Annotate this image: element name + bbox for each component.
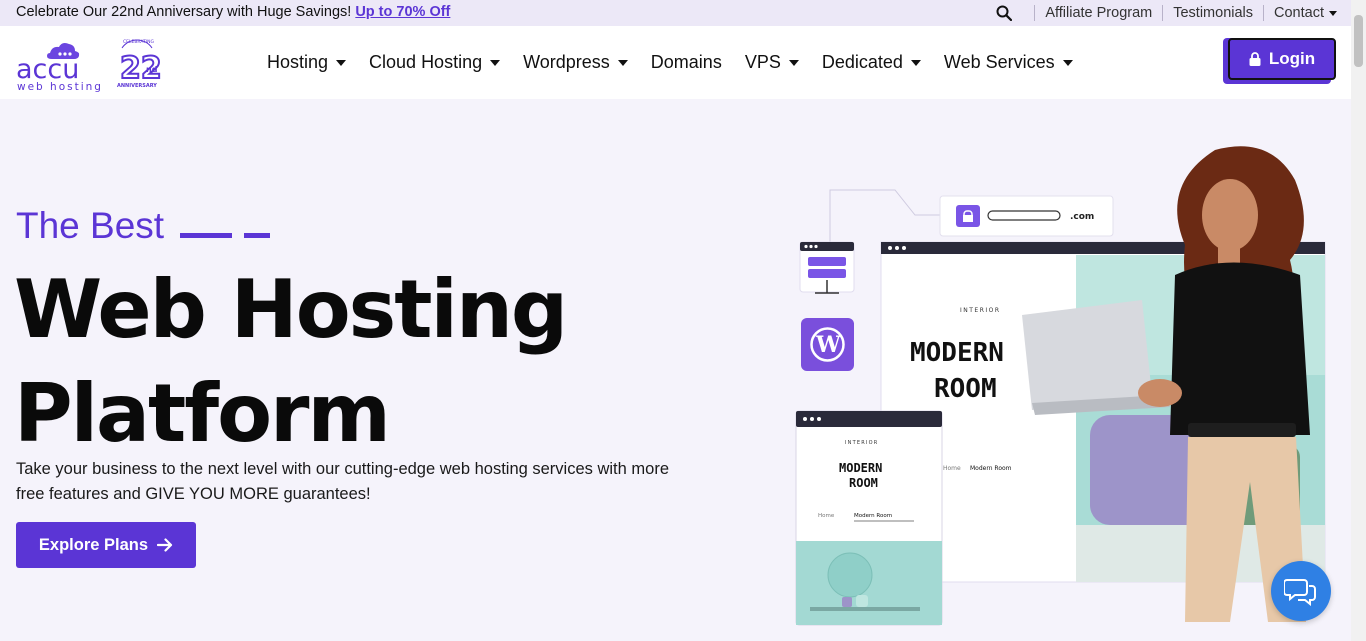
decorative-dash bbox=[180, 232, 233, 238]
hero-title-line-2: Platform bbox=[14, 367, 391, 460]
nav-label: Domains bbox=[650, 52, 722, 72]
arrow-right-icon bbox=[157, 538, 173, 552]
svg-text:W: W bbox=[815, 332, 841, 358]
top-links: Affiliate Program Testimonials Contact bbox=[996, 0, 1337, 26]
svg-text:ANNIVERSARY: ANNIVERSARY bbox=[117, 83, 157, 89]
chevron-down-icon bbox=[1062, 59, 1073, 66]
hero-subtitle-text: The Best bbox=[16, 205, 165, 246]
main-nav: Hosting Cloud Hosting Wordpress Domains … bbox=[267, 26, 1096, 99]
login-button-wrapper: Login bbox=[1223, 38, 1336, 85]
chevron-down-icon bbox=[788, 59, 799, 66]
chevron-down-icon bbox=[910, 59, 921, 66]
anniversary-badge: CELEBRATING 22 nd ANNIVERSARY bbox=[117, 39, 163, 89]
contact-link[interactable]: Contact bbox=[1274, 5, 1337, 21]
svg-text:Home: Home bbox=[943, 465, 961, 472]
chevron-down-icon bbox=[336, 59, 347, 66]
divider bbox=[1263, 5, 1265, 21]
login-button[interactable]: Login bbox=[1228, 38, 1336, 80]
main-header: accu web hosting CELEBRATING 22 nd ANNIV… bbox=[0, 26, 1351, 99]
nav-label: Wordpress bbox=[523, 52, 610, 72]
nav-label: Web Services bbox=[943, 52, 1055, 72]
nav-hosting[interactable]: Hosting bbox=[267, 52, 347, 73]
promo-message: Celebrate Our 22nd Anniversary with Huge… bbox=[16, 4, 450, 20]
accu-logo[interactable]: accu web hosting CELEBRATING 22 nd ANNIV… bbox=[16, 34, 166, 94]
hero-description: Take your business to the next level wit… bbox=[16, 460, 669, 503]
svg-text:ROOM: ROOM bbox=[934, 374, 997, 404]
decorative-dash bbox=[244, 232, 271, 238]
svg-text:Home: Home bbox=[818, 513, 835, 519]
chevron-down-icon bbox=[617, 59, 628, 66]
affiliate-program-link[interactable]: Affiliate Program bbox=[1045, 5, 1152, 21]
hero-title-line-1: Web Hosting bbox=[14, 263, 568, 356]
server-icon bbox=[799, 241, 855, 294]
promo-link[interactable]: Up to 70% Off bbox=[355, 4, 450, 20]
svg-text:.com: .com bbox=[1070, 212, 1094, 222]
contact-label: Contact bbox=[1274, 5, 1324, 21]
svg-text:Modern Room: Modern Room bbox=[970, 465, 1012, 472]
nav-label: VPS bbox=[744, 52, 781, 72]
svg-text:INTERIOR: INTERIOR bbox=[960, 307, 1001, 314]
announcement-bar: Celebrate Our 22nd Anniversary with Huge… bbox=[0, 0, 1351, 26]
nav-label: Cloud Hosting bbox=[369, 52, 483, 72]
svg-text:MODERN: MODERN bbox=[839, 461, 882, 475]
wordpress-icon: W bbox=[801, 318, 854, 371]
scrollbar-thumb[interactable] bbox=[1354, 15, 1363, 67]
hero-subtitle: The Best bbox=[16, 205, 271, 247]
chat-bubbles-icon bbox=[1284, 579, 1316, 606]
nav-cloud-hosting[interactable]: Cloud Hosting bbox=[369, 52, 501, 73]
nav-domains[interactable]: Domains bbox=[651, 52, 722, 73]
nav-label: Dedicated bbox=[821, 52, 903, 72]
nav-dedicated[interactable]: Dedicated bbox=[822, 52, 921, 73]
hero-illustration: .com W INTERIOR MODERN ROOM Home Modern … bbox=[795, 146, 1326, 626]
url-bar: .com bbox=[939, 195, 1114, 237]
divider bbox=[1162, 5, 1164, 21]
page-scrollbar[interactable] bbox=[1351, 0, 1366, 641]
nav-label: Hosting bbox=[267, 52, 329, 72]
svg-text:CELEBRATING: CELEBRATING bbox=[123, 39, 155, 45]
small-browser-mockup: INTERIOR MODERN ROOM Home Modern Room bbox=[795, 410, 943, 626]
svg-text:MODERN: MODERN bbox=[910, 338, 1004, 368]
chat-widget-button[interactable] bbox=[1271, 561, 1331, 621]
svg-text:web hosting: web hosting bbox=[17, 81, 103, 93]
chevron-down-icon bbox=[490, 59, 501, 66]
promo-text: Celebrate Our 22nd Anniversary with Huge… bbox=[16, 4, 352, 20]
chevron-down-icon bbox=[1329, 10, 1337, 16]
nav-vps[interactable]: VPS bbox=[745, 52, 799, 73]
nav-wordpress[interactable]: Wordpress bbox=[523, 52, 628, 73]
svg-text:Modern Room: Modern Room bbox=[854, 513, 892, 519]
lock-icon bbox=[1249, 52, 1261, 66]
svg-text:ROOM: ROOM bbox=[849, 476, 878, 490]
explore-plans-button[interactable]: Explore Plans bbox=[16, 522, 196, 568]
testimonials-link[interactable]: Testimonials bbox=[1173, 5, 1253, 21]
hero-title: Web Hosting Platform bbox=[14, 258, 674, 466]
nav-web-services[interactable]: Web Services bbox=[944, 52, 1073, 73]
login-label: Login bbox=[1268, 49, 1316, 68]
divider bbox=[1034, 5, 1036, 21]
explore-plans-label: Explore Plans bbox=[38, 535, 149, 554]
svg-text:INTERIOR: INTERIOR bbox=[845, 440, 878, 446]
svg-text:nd: nd bbox=[146, 65, 158, 74]
search-icon[interactable] bbox=[996, 5, 1013, 21]
